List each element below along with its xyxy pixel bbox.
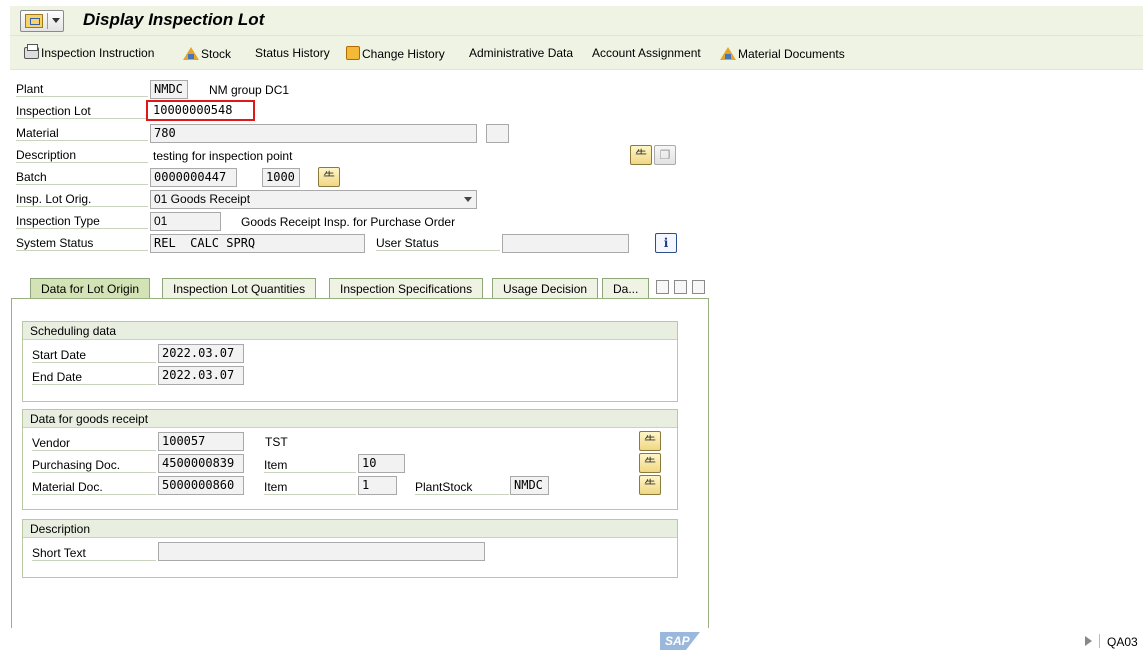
start-date-label: Start Date [32,348,156,363]
stock-icon [183,46,199,60]
purchasing-item-label: Item [264,458,356,473]
short-text-label: Short Text [32,546,156,561]
vendor-name: TST [265,435,288,449]
tab-inspection-specifications[interactable]: Inspection Specifications [329,278,484,298]
menu-icon [25,14,43,28]
inspection-type-description: Goods Receipt Insp. for Purchase Order [241,215,456,229]
long-text-button[interactable]: ⺧ [630,145,652,165]
copy-icon: ❐ [659,148,671,162]
application-toolbar: Inspection Instruction Stock Status Hist… [10,36,1143,70]
inspection-instruction-button[interactable]: Inspection Instruction [24,44,154,60]
change-history-button[interactable]: Change History [346,46,445,61]
plant-stock-label: PlantStock [415,480,509,495]
vendor-display-button[interactable]: ⺧ [639,431,661,451]
vendor-field[interactable]: 100057 [158,432,244,451]
purchasing-doc-label: Purchasing Doc. [32,458,156,473]
inspection-type-field[interactable]: 01 [150,212,221,231]
administrative-data-button[interactable]: Administrative Data [469,46,573,60]
info-icon: i [663,236,669,250]
menu-button[interactable] [20,10,64,32]
tab-panel: Scheduling data Start Date 2022.03.07 En… [11,298,709,628]
play-icon[interactable] [1085,636,1092,646]
plant-field[interactable]: NMDC [150,80,188,99]
plant-description: NM group DC1 [209,83,290,97]
stock-button[interactable]: Stock [183,46,231,61]
glasses-icon: ⺧ [643,478,656,492]
chevron-down-icon [464,197,472,202]
sap-logo: SAP [660,632,700,650]
goods-receipt-title: Data for goods receipt [23,410,677,428]
material-doc-display-button[interactable]: ⺧ [639,475,661,495]
title-bar: Display Inspection Lot [10,6,1143,36]
start-date-field[interactable]: 2022.03.07 [158,344,244,363]
status-info-button[interactable]: i [655,233,677,253]
material-documents-button[interactable]: Material Documents [720,46,845,61]
glasses-icon: ⺧ [643,434,656,448]
purchasing-doc-display-button[interactable]: ⺧ [639,453,661,473]
batch-label: Batch [16,170,148,185]
description-label: Description [16,148,148,163]
plant-label: Plant [16,82,148,97]
plant-stock-field[interactable]: NMDC [510,476,549,495]
material-label: Material [16,126,148,141]
scheduling-data-title: Scheduling data [23,322,677,340]
tab-inspection-lot-quantities[interactable]: Inspection Lot Quantities [162,278,317,298]
glasses-icon: ⺧ [634,148,647,162]
change-history-icon [346,46,360,60]
inspection-lot-label: Inspection Lot [16,104,148,119]
vendor-label: Vendor [32,436,156,451]
scheduling-data-group: Scheduling data Start Date 2022.03.07 En… [22,321,678,402]
account-assignment-button[interactable]: Account Assignment [592,46,701,60]
material-doc-label: Material Doc. [32,480,156,495]
short-text-field[interactable] [158,542,485,561]
description-value: testing for inspection point [153,149,293,163]
batch-plant-field[interactable]: 1000 [262,168,300,187]
printer-icon [24,44,39,59]
tab-scroll-left-button[interactable] [656,280,669,294]
description-group: Description Short Text [22,519,678,578]
purchasing-item-field[interactable]: 10 [358,454,405,473]
system-status-field[interactable]: REL CALC SPRQ [150,234,365,253]
material-documents-icon [720,46,736,60]
dropdown-arrow-icon [52,18,60,23]
system-status-label: System Status [16,236,148,251]
insp-lot-orig-select[interactable]: 01 Goods Receipt [150,190,477,209]
user-status-field[interactable] [502,234,629,253]
material-doc-field[interactable]: 5000000860 [158,476,244,495]
description-group-title: Description [23,520,677,538]
batch-field[interactable]: 0000000447 [150,168,237,187]
material-doc-item-field[interactable]: 1 [358,476,397,495]
status-history-button[interactable]: Status History [255,46,330,60]
inspection-lot-highlight [146,100,255,121]
insp-lot-orig-label: Insp. Lot Orig. [16,192,148,207]
copy-text-button[interactable]: ❐ [654,145,676,165]
tab-scroll-right-button[interactable] [674,280,687,294]
goods-receipt-group: Data for goods receipt Vendor 100057 TST… [22,409,678,510]
transaction-code: QA03 [1107,635,1138,649]
purchasing-doc-field[interactable]: 4500000839 [158,454,244,473]
glasses-icon: ⺧ [643,456,656,470]
end-date-label: End Date [32,370,156,385]
material-doc-item-label: Item [264,480,356,495]
tab-more[interactable]: Da... [602,278,650,298]
material-field[interactable]: 780 [150,124,477,143]
end-date-field[interactable]: 2022.03.07 [158,366,244,385]
inspection-type-label: Inspection Type [16,214,148,229]
material-extra-field[interactable] [486,124,509,143]
batch-display-button[interactable]: ⺧ [318,167,340,187]
tab-usage-decision[interactable]: Usage Decision [492,278,599,298]
user-status-label: User Status [376,236,500,251]
tab-list-button[interactable] [692,280,705,294]
page-title: Display Inspection Lot [83,10,265,29]
glasses-icon: ⺧ [322,170,335,184]
tab-data-for-lot-origin[interactable]: Data for Lot Origin [30,278,151,299]
